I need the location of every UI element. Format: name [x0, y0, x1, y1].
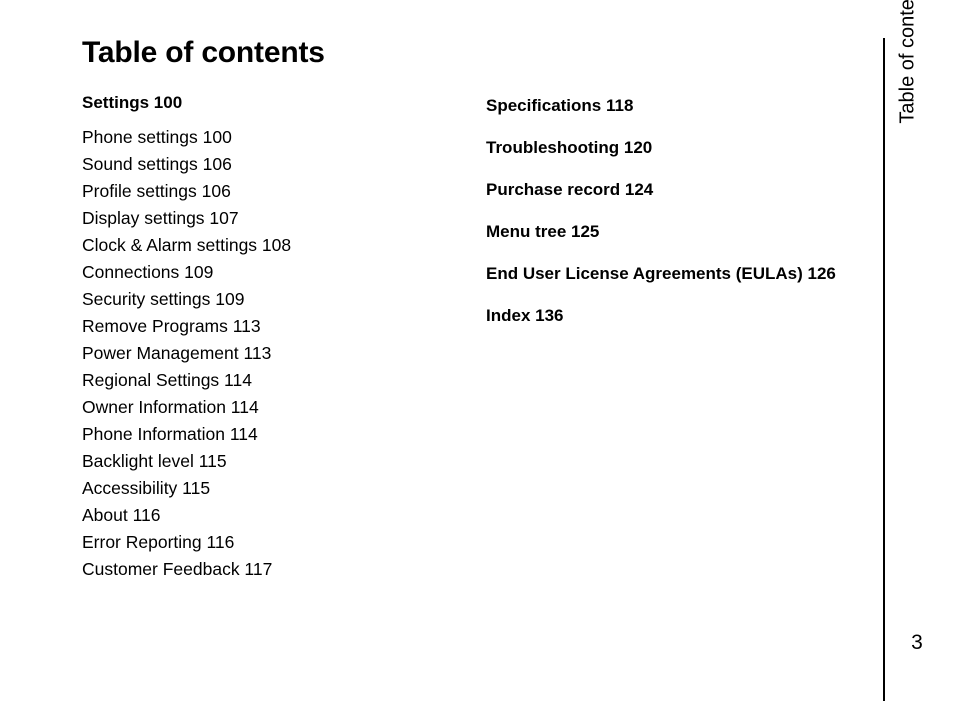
toc-entry[interactable]: Specifications 118 — [486, 92, 856, 120]
toc-entry[interactable]: Customer Feedback 117 — [82, 556, 462, 583]
section-heading-settings: Settings 100 — [82, 93, 183, 112]
page-number: 3 — [911, 631, 923, 654]
toc-entry[interactable]: Phone settings 100 — [82, 124, 462, 151]
toc-entry[interactable]: About 116 — [82, 502, 462, 529]
toc-entry[interactable]: Security settings 109 — [82, 286, 462, 313]
toc-entry[interactable]: Power Management 113 — [82, 340, 462, 367]
toc-entry[interactable]: Troubleshooting 120 — [486, 134, 856, 162]
toc-entry[interactable]: End User License Agreements (EULAs) 126 — [486, 260, 856, 288]
toc-entry[interactable]: Accessibility 115 — [82, 475, 462, 502]
sidebar-chapter-label: Table of contents — [893, 0, 923, 268]
toc-column-right: Specifications 118 Troubleshooting 120 P… — [486, 92, 856, 330]
toc-entry[interactable]: Backlight level 115 — [82, 448, 462, 475]
toc-entry[interactable]: Profile settings 106 — [82, 178, 462, 205]
toc-column-left: Settings 100 Phone settings 100 Sound se… — [82, 92, 462, 583]
toc-entry[interactable]: Owner Information 114 — [82, 394, 462, 421]
toc-entry[interactable]: Display settings 107 — [82, 205, 462, 232]
toc-entry[interactable]: Purchase record 124 — [486, 176, 856, 204]
page-title: Table of contents — [82, 36, 325, 69]
sidebar-chapter-label-text: Table of contents — [897, 0, 919, 124]
toc-entry[interactable]: Sound settings 106 — [82, 151, 462, 178]
toc-entry[interactable]: Error Reporting 116 — [82, 529, 462, 556]
toc-entry[interactable]: Connections 109 — [82, 259, 462, 286]
toc-entry[interactable]: Remove Programs 113 — [82, 313, 462, 340]
toc-entry[interactable]: Index 136 — [486, 302, 856, 330]
toc-entry[interactable]: Menu tree 125 — [486, 218, 856, 246]
toc-entry[interactable]: Clock & Alarm settings 108 — [82, 232, 462, 259]
toc-list-settings: Phone settings 100 Sound settings 106 Pr… — [82, 124, 462, 583]
toc-entry[interactable]: Phone Information 114 — [82, 421, 462, 448]
toc-list-sections: Specifications 118 Troubleshooting 120 P… — [486, 92, 856, 330]
sidebar-vertical-rule — [883, 38, 885, 701]
toc-entry[interactable]: Regional Settings 114 — [82, 367, 462, 394]
